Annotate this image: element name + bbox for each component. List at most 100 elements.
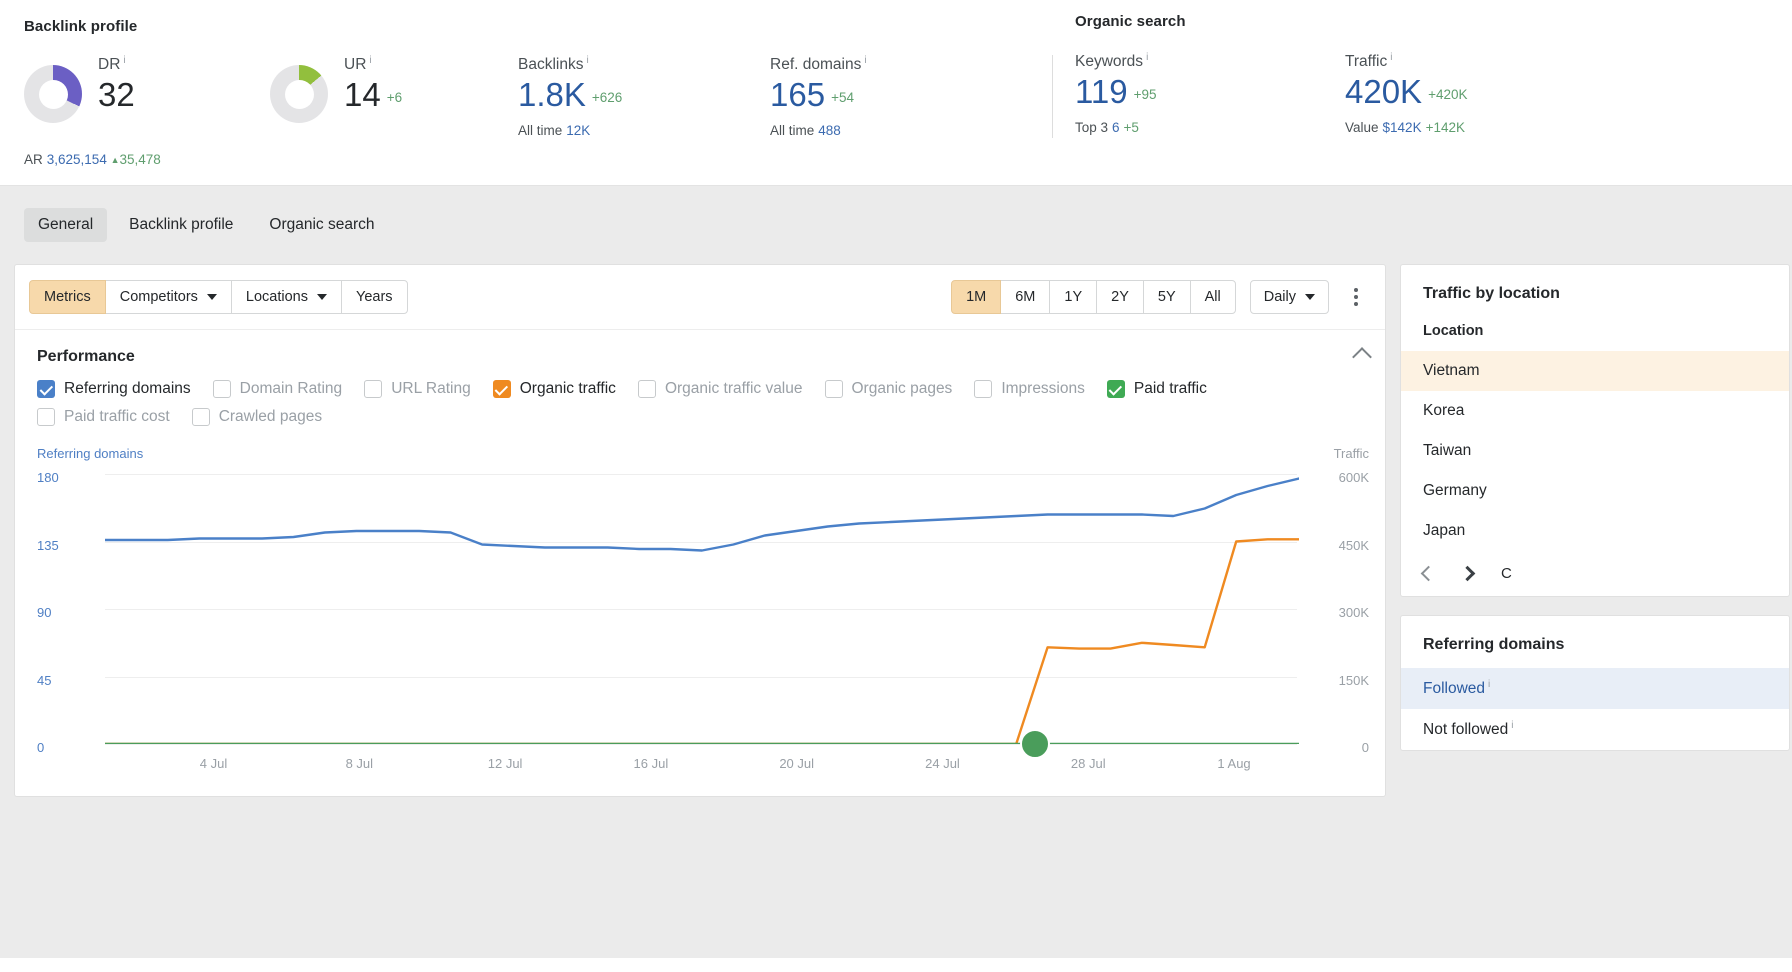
y-tick-left: 0 xyxy=(37,740,45,755)
checkbox-icon[interactable] xyxy=(824,380,843,398)
ar-subline: AR 3,625,154 ▲35,478 xyxy=(24,152,161,167)
legend-item-domain-rating[interactable]: Domain Rating xyxy=(212,380,342,398)
granularity-dropdown[interactable]: Daily xyxy=(1249,280,1329,314)
dr-label: DR i xyxy=(98,55,126,74)
tab-general[interactable]: General xyxy=(24,208,108,242)
checkbox-icon[interactable] xyxy=(37,380,55,398)
range-all[interactable]: All xyxy=(1189,280,1236,314)
referring-domains-title: Referring domains xyxy=(1423,636,1565,653)
checkbox-icon[interactable] xyxy=(1106,380,1125,398)
legend-label: URL Rating xyxy=(391,380,471,397)
chart-filter-group: Metrics Competitors Locations Years xyxy=(29,280,408,314)
info-icon[interactable]: i xyxy=(1488,679,1490,690)
checkbox-icon[interactable] xyxy=(637,380,656,398)
performance-chart: Referring domains Traffic 180 600K 135 450K… xyxy=(15,446,1385,796)
y-tick-right: 450K xyxy=(1338,537,1369,553)
chart-gridline xyxy=(105,744,1297,745)
y-tick-left: 135 xyxy=(37,537,59,553)
legend-item-referring-domains[interactable]: Referring domains xyxy=(37,380,191,398)
info-icon[interactable]: i xyxy=(369,55,371,66)
chart-toolbar: Metrics Competitors Locations Years 1M 6… xyxy=(15,265,1385,330)
metric-ref-domains: Ref. domains i 165 +54 All time 488 xyxy=(770,55,1052,138)
tab-followed[interactable]: Followed i xyxy=(1401,668,1789,710)
ref-domains-value[interactable]: 165 +54 xyxy=(770,76,1052,114)
metric-backlinks: Backlinks i 1.8K +626 All time 12K xyxy=(518,55,770,138)
legend-item-impressions[interactable]: Impressions xyxy=(974,380,1085,398)
legend-item-organic-traffic[interactable]: Organic traffic xyxy=(492,380,616,398)
more-options-icon[interactable] xyxy=(1341,280,1371,314)
info-icon[interactable]: i xyxy=(1146,52,1148,63)
metrics-button[interactable]: Metrics xyxy=(29,280,106,314)
locations-dropdown[interactable]: Locations xyxy=(230,280,342,314)
metric-traffic: Traffic i 420K +420K Value $142K +142K xyxy=(1345,52,1468,135)
checkbox-icon[interactable] xyxy=(974,380,993,398)
backlinks-value[interactable]: 1.8K +626 xyxy=(518,76,770,114)
backlinks-label: Backlinks i xyxy=(518,55,589,74)
tab-backlink-profile[interactable]: Backlink profile xyxy=(115,208,247,242)
checkbox-icon[interactable] xyxy=(191,408,210,426)
checkbox-icon[interactable] xyxy=(212,380,231,398)
range-2y[interactable]: 2Y xyxy=(1096,280,1144,314)
location-row[interactable]: Japan xyxy=(1401,511,1789,551)
right-axis-title: Traffic xyxy=(1333,446,1369,461)
location-row[interactable]: Taiwan xyxy=(1401,431,1789,471)
legend-label: Organic traffic xyxy=(519,380,616,397)
location-row[interactable]: Germany xyxy=(1401,471,1789,511)
checkbox-icon[interactable] xyxy=(37,408,55,426)
checkbox-icon[interactable] xyxy=(492,380,511,398)
referring-domains-panel: Referring domains Followed i Not followed… xyxy=(1400,615,1790,752)
legend-item-url-rating[interactable]: URL Rating xyxy=(364,380,471,398)
location-row[interactable]: Vietnam xyxy=(1401,351,1789,391)
chart-hover-marker[interactable] xyxy=(1020,729,1051,759)
main-content: Metrics Competitors Locations Years 1M 6… xyxy=(0,264,1792,958)
tab-organic-search[interactable]: Organic search xyxy=(255,208,388,242)
backlinks-delta: +626 xyxy=(591,90,623,106)
legend-item-organic-pages[interactable]: Organic pages xyxy=(824,380,952,398)
info-icon[interactable]: i xyxy=(1390,52,1392,63)
info-icon[interactable]: i xyxy=(864,55,866,66)
checkbox-icon[interactable] xyxy=(364,380,383,398)
location-row[interactable]: Korea xyxy=(1401,391,1789,431)
prev-page-icon[interactable] xyxy=(1420,565,1437,582)
x-tick: 1 Aug xyxy=(1217,756,1251,771)
ref-domains-subline: All time 488 xyxy=(770,123,841,139)
x-tick: 16 Jul xyxy=(633,756,669,771)
keywords-value[interactable]: 119 +95 xyxy=(1075,73,1345,111)
time-range-group: 1M 6M 1Y 2Y 5Y All xyxy=(951,280,1236,314)
top-metrics-bar: Backlink profile DR i 32 UR i 14 +6 Back… xyxy=(0,0,1792,186)
chevron-down-icon xyxy=(1305,294,1315,300)
y-tick-left: 90 xyxy=(37,605,52,620)
dr-donut-chart xyxy=(24,65,82,123)
ur-label: UR i xyxy=(344,55,372,74)
next-page-icon[interactable] xyxy=(1459,565,1476,582)
y-tick-left: 45 xyxy=(37,672,52,688)
metric-ur: UR i 14 +6 xyxy=(270,55,518,123)
info-icon[interactable]: i xyxy=(586,55,588,66)
legend-item-crawled-pages[interactable]: Crawled pages xyxy=(191,408,322,426)
legend-item-organic-traffic-value[interactable]: Organic traffic value xyxy=(637,380,803,398)
traffic-value[interactable]: 420K +420K xyxy=(1345,73,1468,111)
ref-domains-label: Ref. domains i xyxy=(770,55,867,74)
collapse-chevron-icon[interactable] xyxy=(1352,347,1372,367)
range-1m[interactable]: 1M xyxy=(951,280,1002,314)
legend-item-paid-traffic-cost[interactable]: Paid traffic cost xyxy=(37,408,170,426)
chart-plot-area: 180 600K 135 450K 90 300K 45 150K 0 0 xyxy=(37,470,1369,759)
traffic-label: Traffic i xyxy=(1345,52,1393,71)
location-pager: C xyxy=(1401,551,1789,596)
legend-item-paid-traffic[interactable]: Paid traffic xyxy=(1106,380,1207,398)
legend-label: Paid traffic cost xyxy=(64,408,170,425)
info-icon[interactable]: i xyxy=(123,55,125,66)
y-tick-left: 180 xyxy=(37,470,59,485)
range-5y[interactable]: 5Y xyxy=(1142,280,1191,314)
info-icon[interactable]: i xyxy=(1511,720,1513,731)
metric-legend: Referring domains Domain Rating URL Rating… xyxy=(15,366,1385,436)
range-1y[interactable]: 1Y xyxy=(1049,280,1098,314)
competitors-dropdown[interactable]: Competitors xyxy=(104,280,232,314)
legend-label: Paid traffic xyxy=(1133,380,1207,397)
tab-not-followed[interactable]: Not followed i xyxy=(1401,709,1789,750)
ref-domains-delta: +54 xyxy=(831,90,854,106)
years-button[interactable]: Years xyxy=(340,280,408,314)
range-6m[interactable]: 6M xyxy=(1000,280,1051,314)
y-tick-right: 600K xyxy=(1338,470,1369,485)
left-axis-title[interactable]: Referring domains xyxy=(37,446,143,461)
